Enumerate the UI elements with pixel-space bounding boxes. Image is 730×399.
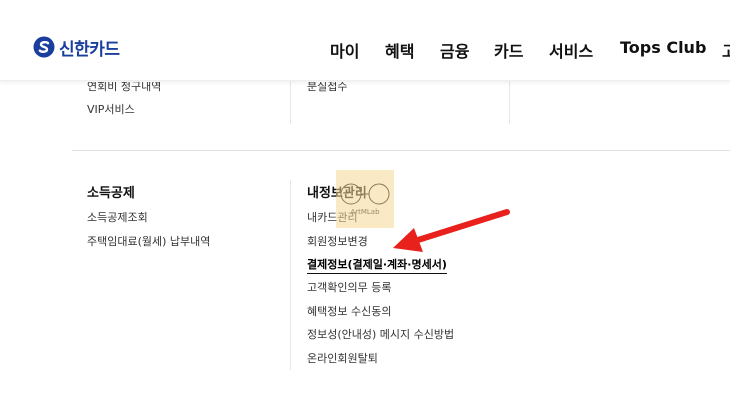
top-utility-fragment: ·: [640, 0, 644, 6]
nav-item-finance[interactable]: 금융: [440, 38, 469, 62]
mega-menu-panel: 연회비 청구내역 VIP서비스 분실접수 소득공제 소득공제조회 주택임대료(월…: [0, 80, 730, 399]
shinhan-card-logo[interactable]: 신한카드: [33, 35, 120, 60]
nav-item-service[interactable]: 서비스: [549, 38, 593, 62]
logo-text: 신한카드: [59, 39, 120, 60]
watermark-glasses-icon: ArtMLab: [340, 183, 390, 216]
menu-link-member-info-change[interactable]: 회원정보변경: [307, 233, 368, 249]
column-divider: [290, 180, 291, 370]
nav-item-tops-club[interactable]: Tops Club: [620, 38, 706, 57]
svg-text:ArtMLab: ArtMLab: [350, 208, 380, 216]
column-divider: [509, 80, 510, 124]
menu-link-benefit-consent[interactable]: 혜택정보 수신동의: [307, 303, 391, 319]
section-divider: [72, 150, 730, 151]
menu-link-message-method[interactable]: 정보성(안내성) 메시지 수신방법: [307, 326, 454, 342]
nav-item-clipped[interactable]: 고: [722, 38, 730, 62]
menu-link-monthly-rent-history[interactable]: 주택임대료(월세) 납부내역: [87, 233, 210, 249]
menu-link-vip-service[interactable]: VIP서비스: [87, 101, 135, 117]
menu-link-online-withdrawal[interactable]: 온라인회원탈퇴: [307, 350, 378, 366]
nav-item-card[interactable]: 카드: [494, 38, 523, 62]
menu-link-customer-verification[interactable]: 고객확인의무 등록: [307, 279, 391, 295]
menu-link-payment-info[interactable]: 결제정보(결제일·계좌·명세서): [307, 256, 447, 274]
column-divider: [290, 80, 291, 124]
watermark-logo: ArtMLab: [336, 170, 394, 228]
menu-link-tax-deduction-inquiry[interactable]: 소득공제조회: [87, 209, 148, 225]
shinhan-s-logo-icon: [33, 36, 55, 58]
nav-item-my[interactable]: 마이: [330, 38, 359, 62]
nav-item-benefits[interactable]: 혜택: [385, 38, 414, 62]
section-title-tax-deduction: 소득공제: [87, 186, 135, 201]
site-header: · 신한카드 마이 혜택 금융 카드 서비스 Tops Club 고: [0, 0, 730, 81]
